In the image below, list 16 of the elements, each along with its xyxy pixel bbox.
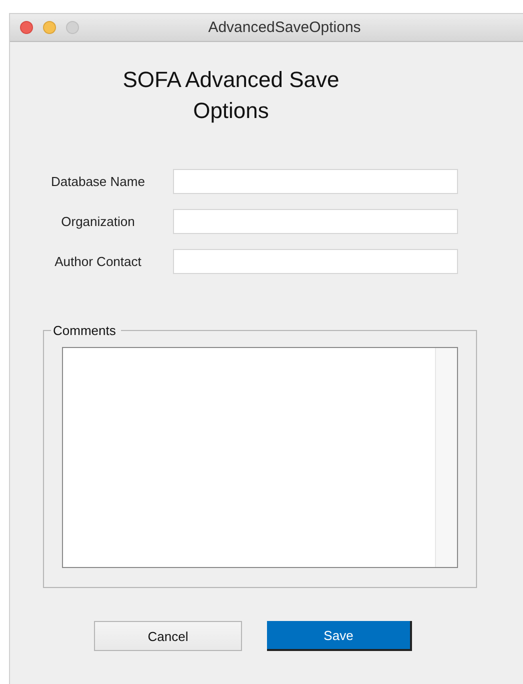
group-label: Comments [51,323,121,338]
field-label: Organization [60,214,136,229]
minimize-icon[interactable] [43,21,56,34]
input-field[interactable] [173,209,458,234]
window-title: AdvancedSaveOptions [208,19,361,36]
comments-field[interactable] [62,347,458,568]
input-field[interactable] [173,169,458,194]
scroll-bar[interactable] [435,348,457,567]
field-label: Author Contact [54,254,142,269]
cancel-button[interactable]: Cancel [94,621,242,651]
dialog-heading: SOFA Advanced Save Options [122,66,340,125]
zoom-icon [66,21,79,34]
input-field[interactable] [173,249,458,274]
close-icon[interactable] [20,21,33,34]
field-label: Database Name [50,174,146,189]
save-button[interactable]: Save [267,621,412,651]
